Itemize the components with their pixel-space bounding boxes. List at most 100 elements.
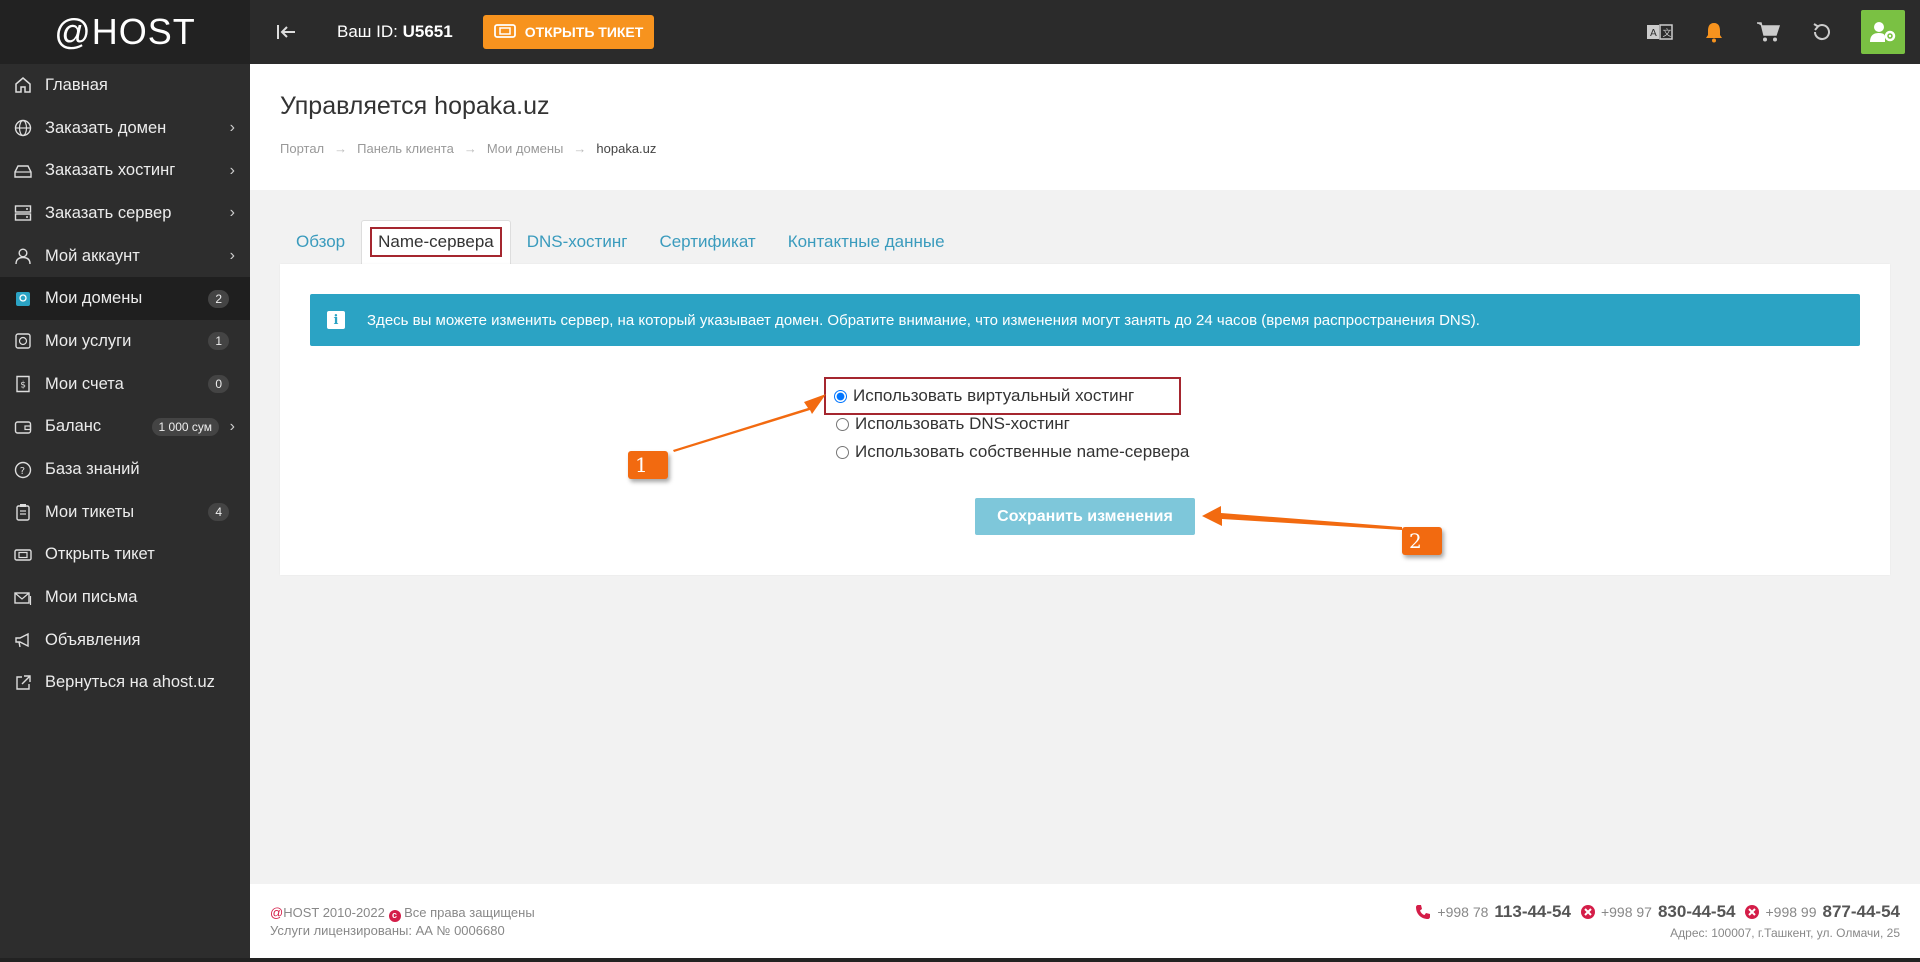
footer-contacts: +998 78 113-44-54 +998 97 830-44-54 +998 9… bbox=[1415, 902, 1900, 940]
user-id-value: U5651 bbox=[402, 22, 453, 41]
megaphone-icon bbox=[14, 631, 32, 649]
phone-beeline[interactable]: +998 97 830-44-54 bbox=[1580, 902, 1736, 922]
sidebar-item[interactable]: Заказать сервер › bbox=[0, 192, 250, 235]
collapse-sidebar-icon[interactable] bbox=[276, 21, 298, 43]
wallet-icon bbox=[14, 418, 32, 436]
sidebar-item[interactable]: Объявления bbox=[0, 619, 250, 662]
breadcrumb-portal[interactable]: Портал bbox=[280, 141, 324, 156]
count-badge: 1 000 сум bbox=[151, 417, 219, 436]
phone-number: 113-44-54 bbox=[1494, 902, 1571, 921]
footer-rights: Все права защищены bbox=[404, 905, 535, 920]
option-label: Использовать DNS-хостинг bbox=[855, 414, 1070, 433]
arrow-right-icon: → bbox=[334, 141, 348, 156]
radio-virtual-hosting[interactable] bbox=[834, 389, 847, 403]
copyright-icon: c bbox=[388, 909, 401, 922]
sidebar-item[interactable]: Баланс 1 000 сум › bbox=[0, 406, 250, 449]
count-badge: 2 bbox=[208, 289, 229, 308]
sidebar-item[interactable]: Мои тикеты 4 bbox=[0, 491, 250, 534]
sidebar-item[interactable]: Заказать хостинг › bbox=[0, 149, 250, 192]
tab-nameservers[interactable]: Name-сервера bbox=[361, 220, 511, 264]
bell-icon[interactable] bbox=[1699, 17, 1729, 47]
phone-list: +998 78 113-44-54 +998 97 830-44-54 +998 9… bbox=[1415, 902, 1900, 922]
breadcrumb-my-domains[interactable]: Мои домены bbox=[487, 141, 564, 156]
sidebar-item-label: Мои домены bbox=[45, 289, 143, 308]
radio-dns-hosting[interactable] bbox=[836, 417, 849, 431]
box-icon bbox=[14, 332, 32, 350]
arrow-right-icon: → bbox=[463, 141, 477, 156]
phone-prefix: +998 97 bbox=[1600, 904, 1652, 920]
user-settings-button[interactable] bbox=[1861, 10, 1905, 54]
sidebar-item[interactable]: Мои домены 2 bbox=[0, 277, 250, 321]
footer-license: Услуги лицензированы: АА № 0006680 bbox=[270, 922, 505, 938]
sidebar-nav: Главная Заказать домен › Заказать хостинг › З… bbox=[0, 64, 250, 704]
external-link-icon bbox=[14, 674, 32, 692]
footer-copyright: @HOST 2010-2022 c Все права защищены Усл… bbox=[270, 904, 535, 939]
option-label: Использовать собственные name-сервера bbox=[855, 442, 1190, 461]
sidebar-item-label: Баланс bbox=[45, 417, 102, 436]
footer: @HOST 2010-2022 c Все права защищены Усл… bbox=[250, 884, 1920, 962]
count-badge: 4 bbox=[208, 503, 229, 522]
invoice-icon: $ bbox=[14, 375, 32, 393]
open-ticket-button[interactable]: Открыть тикет bbox=[482, 15, 655, 49]
option-custom-nameservers[interactable]: Использовать собственные name-сервера bbox=[836, 438, 1189, 466]
annotation-marker-1: 1 bbox=[628, 451, 668, 479]
svg-text:A: A bbox=[1650, 28, 1657, 39]
operator-icon bbox=[1580, 905, 1595, 919]
option-dns-hosting[interactable]: Использовать DNS-хостинг bbox=[836, 410, 1189, 438]
breadcrumb-client-panel[interactable]: Панель клиента bbox=[357, 141, 454, 156]
sidebar-item-label: Главная bbox=[45, 75, 108, 94]
cart-icon[interactable] bbox=[1753, 17, 1783, 47]
user-gear-icon bbox=[1870, 22, 1896, 42]
sidebar-item[interactable]: Заказать домен › bbox=[0, 107, 250, 150]
sidebar-item-label: База знаний bbox=[45, 460, 140, 479]
tab-dns-hosting[interactable]: DNS-хостинг bbox=[511, 221, 644, 264]
footer-copy: HOST 2010-2022 bbox=[283, 905, 385, 920]
server-icon bbox=[14, 204, 32, 222]
open-ticket-label: Открыть тикет bbox=[524, 24, 644, 40]
page-title: Управляется hopaka.uz bbox=[280, 92, 550, 120]
sidebar-item[interactable]: Мои услуги 1 bbox=[0, 320, 250, 363]
save-changes-button[interactable]: Сохранить изменения bbox=[975, 498, 1195, 535]
sidebar: @HOST Главная Заказать домен › Заказать хос… bbox=[0, 0, 250, 962]
app-logo[interactable]: @HOST bbox=[0, 0, 250, 64]
sidebar-item[interactable]: Вернуться на ahost.uz bbox=[0, 662, 250, 705]
tab-overview[interactable]: Обзор bbox=[280, 221, 361, 264]
info-alert-text: Здесь вы можете изменить сервер, на кото… bbox=[367, 311, 1480, 329]
sidebar-item[interactable]: $ Мои счета 0 bbox=[0, 363, 250, 406]
question-icon: ? bbox=[14, 461, 32, 479]
count-badge: 1 bbox=[208, 332, 229, 351]
sidebar-item[interactable]: Открыть тикет bbox=[0, 534, 250, 577]
mail-icon bbox=[14, 589, 32, 607]
breadcrumb-current: hopaka.uz bbox=[596, 141, 657, 156]
arrow-right-icon: → bbox=[573, 141, 587, 156]
nameservers-panel: i Здесь вы можете изменить сервер, на ко… bbox=[280, 264, 1890, 575]
svg-text:$: $ bbox=[20, 381, 26, 391]
nameserver-options: Использовать виртуальный хостинг Использ… bbox=[823, 377, 1189, 466]
chevron-right-icon: › bbox=[229, 119, 235, 137]
sidebar-item-label: Мои письма bbox=[45, 588, 138, 607]
chevron-right-icon: › bbox=[229, 204, 235, 222]
phone-prefix: +998 99 bbox=[1765, 904, 1817, 920]
topbar-icons: A文 bbox=[1645, 0, 1920, 64]
option-virtual-hosting[interactable]: Использовать виртуальный хостинг bbox=[823, 377, 1182, 415]
radio-custom-nameservers[interactable] bbox=[836, 445, 849, 459]
domain-tabs: Обзор Name-сервера DNS-хостинг Сертифика… bbox=[280, 220, 961, 264]
tab-certificate[interactable]: Сертификат bbox=[643, 221, 771, 264]
user-icon bbox=[14, 247, 32, 265]
sidebar-item-label: Открыть тикет bbox=[45, 545, 155, 564]
sidebar-item[interactable]: Мой аккаунт › bbox=[0, 235, 250, 278]
breadcrumb: Портал → Панель клиента → Мои домены → h… bbox=[280, 141, 1920, 156]
globe-icon bbox=[14, 119, 32, 137]
phone-number: 830-44-54 bbox=[1657, 902, 1736, 921]
sidebar-item[interactable]: Мои письма bbox=[0, 576, 250, 619]
phone-uzmobile[interactable]: +998 78 113-44-54 bbox=[1415, 902, 1571, 922]
sidebar-item[interactable]: ? База знаний bbox=[0, 448, 250, 491]
annotation-marker-2: 2 bbox=[1402, 527, 1442, 555]
home-icon bbox=[14, 76, 32, 94]
ticket-icon bbox=[493, 23, 516, 41]
language-icon[interactable]: A文 bbox=[1645, 17, 1675, 47]
phone-ucell[interactable]: +998 99 877-44-54 bbox=[1745, 902, 1900, 922]
sidebar-item[interactable]: Главная bbox=[0, 64, 250, 107]
refresh-icon[interactable] bbox=[1807, 17, 1837, 47]
tab-contact-data[interactable]: Контактные данные bbox=[772, 221, 961, 264]
